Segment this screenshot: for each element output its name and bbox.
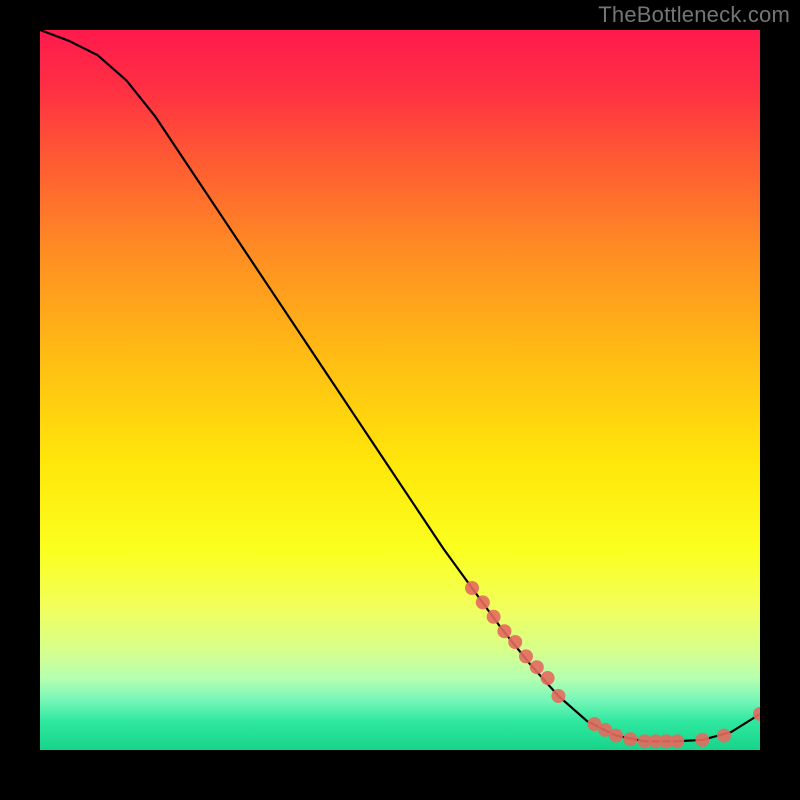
marker-dot	[541, 671, 555, 685]
chart-plot	[40, 30, 760, 750]
marker-dot	[551, 689, 565, 703]
marker-dot	[508, 635, 522, 649]
marker-dot	[476, 595, 490, 609]
marker-dot	[519, 649, 533, 663]
chart-svg	[40, 30, 760, 750]
marker-dot	[487, 610, 501, 624]
marker-dot	[609, 729, 623, 743]
marker-dot	[717, 729, 731, 743]
marker-dot	[670, 734, 684, 748]
marker-dot	[623, 732, 637, 746]
marker-dot	[695, 733, 709, 747]
watermark-text: TheBottleneck.com	[598, 2, 790, 28]
marker-dot	[530, 660, 544, 674]
marker-dot	[497, 624, 511, 638]
marker-dot	[465, 581, 479, 595]
chart-background	[40, 30, 760, 750]
chart-frame: TheBottleneck.com	[0, 0, 800, 800]
